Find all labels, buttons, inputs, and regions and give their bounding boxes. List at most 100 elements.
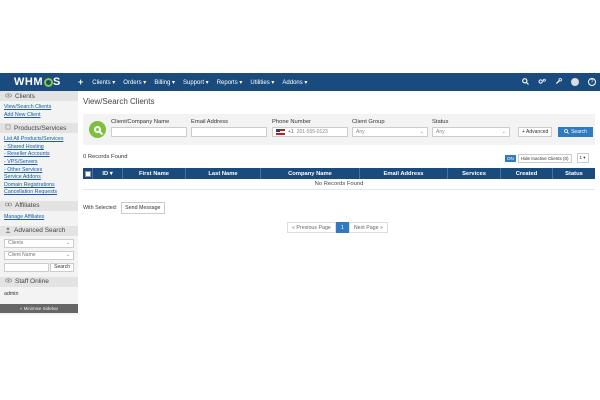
advanced-button[interactable]: + Advanced <box>518 127 553 137</box>
chevron-down-icon: ⌄ <box>65 252 70 259</box>
sidebar-search-input[interactable] <box>4 262 50 272</box>
column-first-name[interactable]: First Name <box>123 168 186 179</box>
main-content: View/Search Clients Client/Company Name … <box>78 91 600 251</box>
link-reseller-accounts[interactable]: - Reseller Accounts <box>4 151 74 159</box>
plus-icon[interactable]: + <box>78 77 83 87</box>
column-company-name[interactable]: Company Name <box>261 168 360 179</box>
link-add-new-client[interactable]: Add New Client <box>4 112 74 120</box>
search-magnifier-icon <box>89 121 106 138</box>
whmcs-logo[interactable]: WHM S <box>0 76 78 88</box>
link-manage-affiliates[interactable]: Manage Affiliates <box>4 214 74 222</box>
column-email-address[interactable]: Email Address <box>360 168 448 179</box>
nav-orders[interactable]: Orders ▾ <box>123 79 146 86</box>
group-filter-select[interactable]: Any ⌄ <box>352 127 428 137</box>
sidebar-clients-links: View/Search Clients Add New Client <box>0 101 78 123</box>
status-filter-label: Status <box>432 119 449 125</box>
gears-icon[interactable] <box>538 78 546 87</box>
phone-filter: Phone Number +1 201-555-0123 <box>272 119 348 137</box>
staff-online-user: admin <box>4 290 19 297</box>
sidebar-advanced-search-header: Advanced Search <box>0 225 78 236</box>
sidebar-staff-online-title: Staff Online <box>15 278 49 286</box>
email-filter-label: Email Address <box>191 119 229 125</box>
sidebar-advanced-search-title: Advanced Search <box>14 227 66 235</box>
search-type-select[interactable]: Clients ⌄ <box>4 238 74 248</box>
search-field-value: Client Name <box>8 252 36 259</box>
search-button[interactable]: Search <box>558 127 593 137</box>
help-icon[interactable]: ? <box>588 78 596 86</box>
top-navbar: WHM S + Clients ▾ Orders ▾ Billing ▾ Supp… <box>0 73 600 91</box>
sidebar-products-header: Products/Services <box>0 123 78 134</box>
next-page-button[interactable]: Next Page » <box>348 222 388 233</box>
cube-icon <box>5 124 11 132</box>
per-page-select[interactable]: 1 ▾ <box>576 153 589 163</box>
link-shared-hosting[interactable]: - Shared Hosting <box>4 144 74 152</box>
minimise-sidebar-button[interactable]: « Minimise Sidebar <box>0 303 78 313</box>
sidebar-affiliates-links: Manage Affiliates <box>0 211 78 226</box>
group-filter-value: Any <box>356 129 365 135</box>
column-status[interactable]: Status <box>553 168 595 179</box>
link-view-search-clients[interactable]: View/Search Clients <box>4 104 74 112</box>
link-other-services[interactable]: - Other Services <box>4 167 74 175</box>
chevron-down-icon: ⌄ <box>65 240 70 247</box>
with-selected-bar: With Selected: Send Message <box>83 202 165 214</box>
nav-utilities[interactable]: Utilities ▾ <box>250 79 274 86</box>
previous-page-button[interactable]: « Previous Page <box>287 222 336 233</box>
staff-icon <box>5 278 12 285</box>
us-flag-icon[interactable] <box>276 129 285 135</box>
phone-filter-input[interactable]: +1 201-555-0123 <box>272 127 348 137</box>
link-cancellation-requests[interactable]: Cancellation Requests <box>4 189 74 197</box>
pagination: « Previous Page 1 Next Page » <box>287 222 388 233</box>
nav-support[interactable]: Support ▾ <box>183 79 209 86</box>
client-search-panel: Client/Company Name Email Address Phone … <box>83 114 595 145</box>
wrench-icon[interactable] <box>555 77 562 87</box>
column-created[interactable]: Created <box>501 168 553 179</box>
column-services[interactable]: Services <box>448 168 501 179</box>
link-vps-servers[interactable]: - VPS/Servers <box>4 159 74 167</box>
sidebar-search-row: Search <box>4 262 74 272</box>
search-icon[interactable] <box>522 77 529 87</box>
status-filter-select[interactable]: Any ⌄ <box>432 127 510 137</box>
no-records-row: No Records Found <box>83 179 595 190</box>
email-filter: Email Address <box>191 119 267 137</box>
table-header: ID ▾ First Name Last Name Company Name E… <box>83 168 595 179</box>
eye-icon <box>5 92 12 100</box>
link-service-addons[interactable]: Service Addons <box>4 174 74 182</box>
sidebar-affiliates-header: Affiliates <box>0 200 78 211</box>
name-filter: Client/Company Name <box>111 119 187 137</box>
name-filter-input[interactable] <box>111 127 187 137</box>
nav-billing[interactable]: Billing ▾ <box>154 79 175 86</box>
send-message-button[interactable]: Send Message <box>121 202 165 214</box>
nav-clients[interactable]: Clients ▾ <box>92 79 115 86</box>
user-avatar-icon[interactable] <box>571 78 579 86</box>
hide-inactive-label: Hide Inactive Clients (0) <box>517 153 572 163</box>
page-title: View/Search Clients <box>83 97 155 106</box>
main-nav: + Clients ▾ Orders ▾ Billing ▾ Support ▾… <box>78 77 307 87</box>
nav-addons[interactable]: Addons ▾ <box>282 79 307 86</box>
hide-inactive-toggle[interactable]: ON Hide Inactive Clients (0) 1 ▾ <box>505 153 589 163</box>
group-filter-label: Client Group <box>352 119 385 125</box>
nav-right-icons: ? <box>522 73 596 91</box>
current-page[interactable]: 1 <box>335 222 349 233</box>
sidebar-clients-header: Clients <box>0 91 78 101</box>
status-filter-value: Any <box>436 129 445 135</box>
sidebar-staff-online-header: Staff Online <box>0 276 78 287</box>
search-field-select[interactable]: Client Name ⌄ <box>4 250 74 260</box>
link-list-all-products[interactable]: List All Products/Services <box>4 136 74 144</box>
select-all-cell <box>83 168 93 179</box>
chevron-down-icon: ⌄ <box>501 129 506 135</box>
chevron-down-icon: ⌄ <box>419 129 424 135</box>
sidebar-products-title: Products/Services <box>14 124 67 132</box>
phone-filter-label: Phone Number <box>272 119 311 125</box>
link-domain-registrations[interactable]: Domain Registrations <box>4 182 74 190</box>
select-all-checkbox[interactable] <box>84 170 91 177</box>
with-selected-label: With Selected: <box>83 205 118 211</box>
column-id[interactable]: ID ▾ <box>93 168 123 179</box>
search-type-value: Clients <box>8 240 24 247</box>
phone-placeholder: 201-555-0123 <box>296 129 328 135</box>
email-filter-input[interactable] <box>191 127 267 137</box>
link-icon <box>5 202 12 209</box>
column-last-name[interactable]: Last Name <box>186 168 261 179</box>
toggle-on-badge[interactable]: ON <box>505 154 516 162</box>
sidebar-search-button[interactable]: Search <box>50 262 74 272</box>
nav-reports[interactable]: Reports ▾ <box>217 79 243 86</box>
